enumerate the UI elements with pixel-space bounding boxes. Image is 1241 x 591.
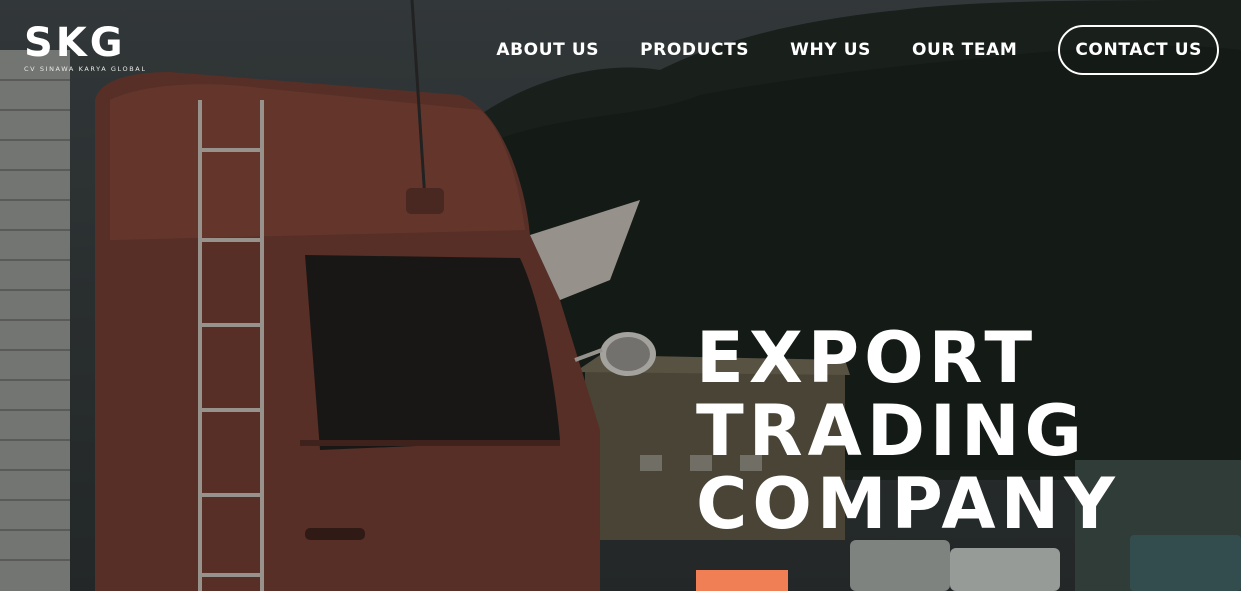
nav-link-about-us[interactable]: ABOUT US [496, 40, 599, 60]
accent-bar [696, 570, 788, 591]
contact-us-button[interactable]: CONTACT US [1058, 25, 1219, 75]
nav-link-products[interactable]: PRODUCTS [640, 40, 749, 60]
brand-logo[interactable]: SKG CV SINAWA KARYA GLOBAL [24, 20, 147, 76]
main-nav: ABOUT US PRODUCTS WHY US OUR TEAM CONTAC… [496, 24, 1219, 76]
logo-subtitle: CV SINAWA KARYA GLOBAL [24, 65, 147, 73]
nav-link-our-team[interactable]: OUR TEAM [912, 40, 1017, 60]
headline-line-3: COMPANY [696, 463, 1120, 545]
logo-mark: SKG [24, 20, 126, 66]
nav-link-why-us[interactable]: WHY US [790, 40, 871, 60]
headline-line-1: EXPORT [696, 317, 1038, 399]
hero-headline: EXPORT TRADING COMPANY [696, 322, 1120, 541]
headline-line-2: TRADING [696, 390, 1088, 472]
